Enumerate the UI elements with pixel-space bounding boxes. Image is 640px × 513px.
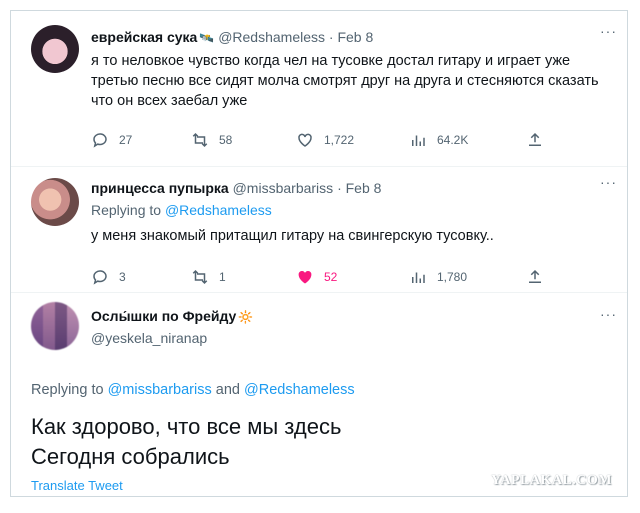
replying-to: Replying to @missbarbariss and @Redshame… — [31, 382, 355, 398]
views-button[interactable]: 64.2K — [409, 131, 468, 149]
reply-icon — [93, 270, 107, 285]
mention-link[interactable]: @missbarbariss — [108, 382, 212, 398]
tweet-1[interactable]: еврейская сука 🛰️ @Redshameless · Feb 8 ·… — [11, 11, 627, 166]
reply-button[interactable]: 27 — [91, 131, 132, 149]
more-options-icon[interactable]: ··· — [600, 174, 617, 190]
reply-icon — [93, 133, 107, 148]
handle[interactable]: @Redshameless — [218, 29, 325, 45]
avatar[interactable] — [31, 25, 79, 73]
view-count: 64.2K — [437, 133, 469, 147]
sun-icon: 🔆 — [238, 310, 254, 324]
retweet-count: 58 — [219, 133, 233, 147]
tweet-text: я то неловкое чувство когда чел на тусов… — [91, 53, 599, 109]
share-icon — [529, 132, 541, 146]
views-icon — [412, 135, 425, 146]
tweet-header: Ослы́шки по Фрейду 🔆 — [91, 308, 253, 324]
replying-label: Replying to — [31, 382, 104, 398]
heart-icon — [298, 133, 312, 147]
tweet-2[interactable]: принцесса пупырка @missbarbariss · Feb 8… — [11, 166, 627, 292]
reply-button[interactable]: 3 — [91, 268, 126, 286]
tweet-text: у меня знакомый притащил гитару на свинг… — [91, 228, 494, 244]
handle[interactable]: @missbarbariss — [233, 180, 334, 196]
like-button[interactable]: 52 — [296, 268, 337, 286]
like-button[interactable]: 1,722 — [296, 131, 354, 149]
reply-count: 3 — [119, 270, 126, 284]
heart-icon — [298, 270, 312, 284]
mention-link[interactable]: @Redshameless — [165, 202, 272, 218]
retweet-icon — [192, 269, 208, 285]
like-count: 1,722 — [324, 133, 355, 147]
retweet-button[interactable]: 58 — [191, 131, 232, 149]
watermark: YAPLAKAL.COM — [491, 473, 612, 488]
tweet-text-line-2: Сегодня собрались — [31, 444, 230, 469]
separator-dot: · — [337, 180, 342, 196]
separator-dot: · — [328, 29, 334, 45]
avatar[interactable] — [31, 178, 79, 226]
views-button[interactable]: 1,780 — [409, 268, 467, 286]
replying-label: Replying to — [91, 202, 162, 218]
timestamp[interactable]: Feb 8 — [337, 29, 373, 45]
more-options-icon[interactable]: ··· — [600, 306, 617, 322]
handle[interactable]: @yeskela_niranap — [91, 330, 207, 346]
tweet-thread-frame: еврейская сука 🛰️ @Redshameless · Feb 8 ·… — [10, 10, 628, 497]
more-options-icon[interactable]: ··· — [600, 23, 617, 39]
replying-and: and — [215, 382, 240, 398]
retweet-icon — [192, 132, 208, 148]
share-button[interactable] — [526, 268, 554, 286]
mention-link[interactable]: @Redshameless — [244, 382, 355, 398]
tweet-header: принцесса пупырка @missbarbariss · Feb 8 — [91, 180, 381, 196]
share-button[interactable] — [526, 131, 554, 149]
tweet-actions: 3 1 52 1,780 — [91, 268, 571, 288]
display-name[interactable]: принцесса пупырка — [91, 180, 229, 196]
tweet-text-line-1: Как здорово, что все мы здесь — [31, 414, 342, 439]
like-count: 52 — [324, 270, 338, 284]
tweet-header: еврейская сука 🛰️ @Redshameless · Feb 8 — [91, 29, 373, 45]
display-name[interactable]: Ослы́шки по Фрейду — [91, 308, 236, 324]
timestamp[interactable]: Feb 8 — [346, 180, 382, 196]
tweet-actions: 27 58 1,722 64.2K — [91, 131, 571, 151]
share-icon — [529, 269, 541, 283]
view-count: 1,780 — [437, 270, 468, 284]
tweet-3[interactable]: Ослы́шки по Фрейду 🔆 @yeskela_niranap ···… — [11, 292, 627, 498]
reply-count: 27 — [119, 133, 133, 147]
translate-tweet-link[interactable]: Translate Tweet — [31, 478, 123, 493]
retweet-button[interactable]: 1 — [191, 268, 226, 286]
replying-to: Replying to @Redshameless — [91, 202, 272, 218]
display-name[interactable]: еврейская сука — [91, 29, 197, 45]
views-icon — [412, 272, 425, 283]
retweet-count: 1 — [219, 270, 226, 284]
avatar[interactable] — [31, 302, 79, 350]
handle-line: @yeskela_niranap — [91, 330, 207, 346]
badge-icon: 🛰️ — [199, 31, 215, 45]
